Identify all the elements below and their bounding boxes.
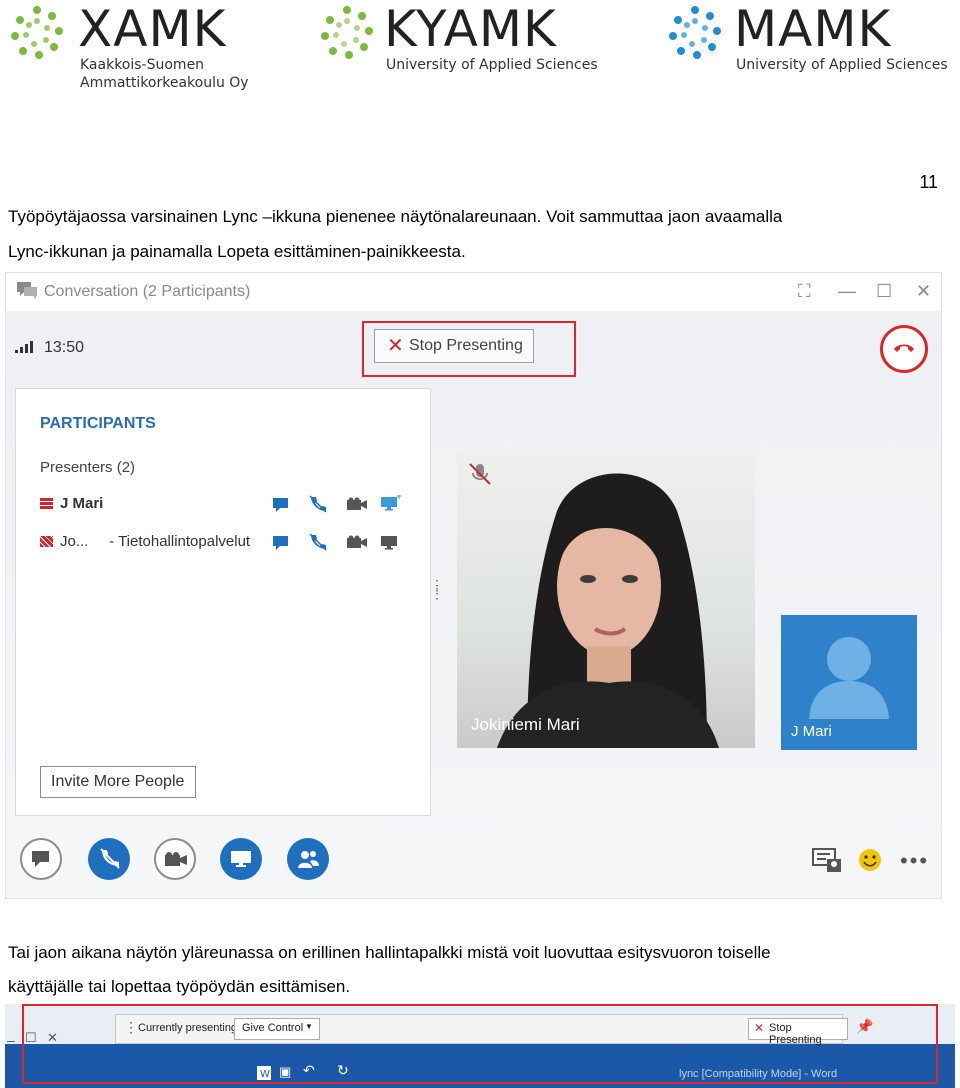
presenter-flag-icon: [40, 498, 53, 509]
title-bar: Conversation (2 Participants) ⛶ — ☐ ✕: [6, 273, 941, 311]
fullscreen-icon[interactable]: ⛶: [798, 281, 811, 302]
logo-wordmark: KYAMK: [384, 0, 557, 58]
conversation-stage: 13:50 ✕ Stop Presenting PARTICIPANTS Pre…: [6, 311, 941, 898]
participants-heading: PARTICIPANTS: [40, 415, 156, 432]
highlight-outline: [22, 1004, 938, 1084]
paragraph-line: Tai jaon aikana näytön yläreunassa on er…: [8, 943, 771, 962]
monitor-icon: [380, 535, 398, 550]
im-icon: [272, 497, 290, 512]
minimize-icon[interactable]: –: [7, 1032, 15, 1048]
video-participant-name: Jokiniemi Mari: [471, 715, 580, 734]
call-time: 13:50: [44, 339, 85, 356]
avatar-icon: [809, 637, 889, 719]
kyamk-logo: KYAMK University of Applied Sciences: [316, 0, 606, 100]
window-title: Conversation (2 Participants): [44, 283, 251, 300]
participant-name: Jo... - Tietohallintopalvelut: [60, 533, 251, 550]
logo-wordmark: MAMK: [734, 0, 892, 58]
muted-audio-icon: [308, 495, 327, 513]
lync-conversation-window: Conversation (2 Participants) ⛶ — ☐ ✕ 13…: [5, 272, 942, 899]
screen-share-icon: [380, 495, 401, 511]
participant-video: Jokiniemi Mari: [457, 451, 755, 748]
video-camera-icon: [165, 852, 187, 866]
participant-row[interactable]: Jo... - Tietohallintopalvelut: [40, 533, 250, 550]
invite-more-people-button[interactable]: Invite More People: [40, 766, 196, 798]
logo-wordmark: XAMK: [78, 0, 227, 58]
maximize-icon[interactable]: ☐: [876, 281, 892, 302]
paragraph-line: Lync-ikkunan ja painamalla Lopeta esittä…: [8, 242, 466, 261]
close-icon[interactable]: ✕: [916, 281, 931, 302]
muted-mic-icon: [469, 463, 491, 485]
chat-icon: [32, 851, 49, 867]
conversation-icon: [17, 282, 37, 299]
emoticon-icon[interactable]: [858, 848, 882, 872]
signal-icon: [15, 341, 33, 353]
logo-subtitle: University of Applied Sciences: [736, 57, 948, 73]
presenter-flag-icon: [40, 536, 53, 547]
page-number: 11: [919, 172, 938, 192]
paragraph-line: käyttäjälle tai lopettaa työpöydän esitt…: [8, 977, 351, 996]
hang-up-button[interactable]: [880, 325, 928, 373]
contact-card-icon[interactable]: [812, 847, 842, 873]
participants-button[interactable]: [287, 838, 329, 880]
minimize-icon[interactable]: —: [838, 281, 856, 302]
participant-row[interactable]: J Mari: [40, 495, 103, 512]
paragraph-line: Työpöytäjaossa varsinainen Lync –ikkuna …: [8, 207, 783, 226]
monitor-icon: [231, 851, 251, 867]
hang-up-icon: [894, 344, 914, 352]
xamk-logo: XAMK Kaakkois-Suomen Ammattikorkeakoulu …: [6, 0, 266, 100]
logo-subtitle-2: Ammattikorkeakoulu Oy: [80, 75, 249, 91]
drag-handle[interactable]: ⋮ ⋮: [430, 578, 444, 600]
muted-phone-icon: [100, 848, 120, 869]
invite-label: Invite More People: [51, 773, 185, 790]
im-icon: [272, 535, 290, 550]
participants-panel: PARTICIPANTS Presenters (2) J Mari Jo...…: [15, 388, 431, 816]
self-name: J Mari: [791, 723, 832, 740]
people-icon: [298, 851, 319, 868]
video-icon: [346, 497, 367, 511]
video-button[interactable]: [154, 838, 196, 880]
more-options-icon[interactable]: •••: [900, 848, 929, 874]
dots-logo-icon: [11, 6, 63, 59]
logo-subtitle: University of Applied Sciences: [386, 57, 598, 73]
dots-logo-icon: [321, 6, 373, 59]
presenters-label: Presenters (2): [40, 459, 136, 476]
dots-logo-icon: [669, 6, 721, 59]
participant-name: J Mari: [60, 495, 104, 512]
portrait-image: [497, 473, 719, 748]
logo-subtitle: Kaakkois-Suomen: [80, 57, 205, 73]
mamk-logo: MAMK University of Applied Sciences: [664, 0, 954, 100]
mute-button[interactable]: [88, 838, 130, 880]
im-button[interactable]: [20, 838, 62, 880]
video-icon: [346, 535, 367, 549]
muted-audio-icon: [308, 533, 327, 551]
self-avatar-tile: J Mari: [781, 615, 917, 750]
present-button[interactable]: [220, 838, 262, 880]
highlight-outline: [362, 321, 576, 377]
